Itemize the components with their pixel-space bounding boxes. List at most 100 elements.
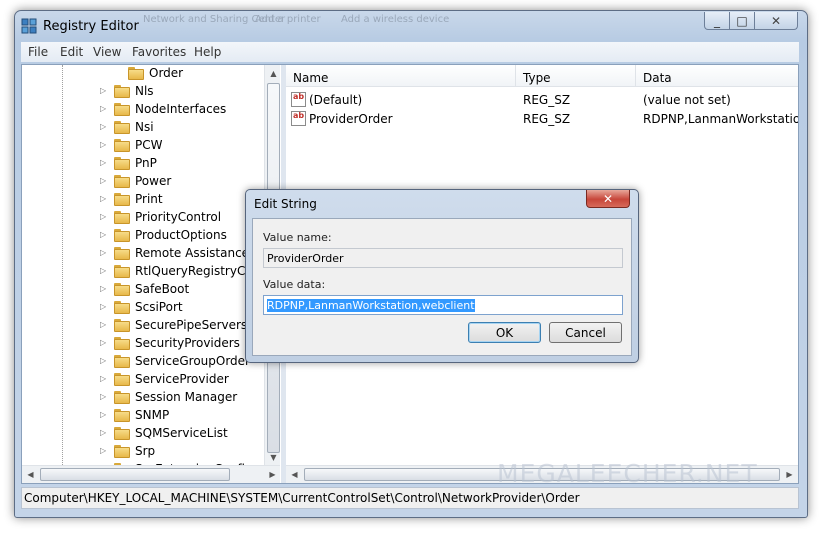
tree-item[interactable]: ▷ SafeBoot: [22, 281, 262, 299]
tree-item-label: Nsi: [135, 120, 154, 134]
tree-item[interactable]: ▷ ServiceGroupOrder: [22, 353, 262, 371]
tree-item-label: SafeBoot: [135, 282, 190, 296]
tree-item-label: Print: [135, 192, 163, 206]
value-name-label: Value name:: [263, 231, 332, 244]
tree-item[interactable]: ▷ Nls: [22, 83, 262, 101]
scroll-left-icon[interactable]: ◀: [22, 466, 39, 482]
expand-arrow-icon[interactable]: ▷: [100, 104, 106, 113]
expand-arrow-icon[interactable]: ▷: [100, 230, 106, 239]
value-type: REG_SZ: [523, 93, 571, 107]
tree-item[interactable]: ▷ SNMP: [22, 407, 262, 425]
expand-arrow-icon[interactable]: ▷: [100, 338, 106, 347]
tree-item[interactable]: ▷ RtlQueryRegistryConfi: [22, 263, 268, 281]
dialog-close-button[interactable]: ✕: [586, 190, 630, 208]
folder-icon: [114, 409, 130, 422]
maximize-icon: □: [736, 13, 748, 28]
folder-icon: [114, 391, 130, 404]
expand-arrow-icon[interactable]: ▷: [100, 248, 106, 257]
folder-icon: [114, 103, 130, 116]
expand-arrow-icon[interactable]: ▷: [100, 374, 106, 383]
expand-arrow-icon[interactable]: ▷: [100, 302, 106, 311]
tree-item[interactable]: ▷ PnP: [22, 155, 262, 173]
value-data-label: Value data:: [263, 278, 326, 291]
scroll-down-icon[interactable]: ▼: [265, 449, 280, 465]
folder-icon: [114, 229, 130, 242]
tree-item[interactable]: ▷ Srp: [22, 443, 262, 461]
tree-item-label: Power: [135, 174, 172, 188]
menu-file[interactable]: File: [28, 45, 48, 59]
expand-arrow-icon[interactable]: ▷: [100, 176, 106, 185]
expand-arrow-icon[interactable]: ▷: [100, 446, 106, 455]
scroll-right-icon[interactable]: ▶: [781, 466, 798, 482]
folder-icon: [114, 319, 130, 332]
expand-arrow-icon[interactable]: ▷: [100, 158, 106, 167]
expand-arrow-icon[interactable]: ▷: [100, 392, 106, 401]
tree-item[interactable]: ▷ Nsi: [22, 119, 262, 137]
folder-icon: [114, 283, 130, 296]
watermark: MEGALEECHER.NET: [497, 459, 758, 488]
tree-item[interactable]: ▷ NodeInterfaces: [22, 101, 262, 119]
tree-item[interactable]: ▷ SQMServiceList: [22, 425, 262, 443]
tree-item[interactable]: ▷ Power: [22, 173, 262, 191]
ok-button[interactable]: OK: [468, 322, 541, 343]
title-bar[interactable]: Registry Editor Network and Sharing Cent…: [15, 11, 807, 41]
close-button[interactable]: ✕: [754, 12, 798, 30]
tree-horizontal-scrollbar[interactable]: ◀ ▶: [22, 465, 280, 483]
menu-edit[interactable]: Edit: [60, 45, 83, 59]
close-icon: ✕: [602, 191, 614, 206]
expand-arrow-icon[interactable]: ▷: [100, 266, 106, 275]
list-item[interactable]: ab ProviderOrder REG_SZ RDPNP,LanmanWork…: [286, 110, 798, 128]
column-type[interactable]: Type: [516, 65, 636, 87]
tree-item[interactable]: ▷ PCW: [22, 137, 262, 155]
menu-favorites[interactable]: Favorites: [132, 45, 186, 59]
menu-help[interactable]: Help: [194, 45, 221, 59]
folder-icon: [114, 337, 130, 350]
scroll-up-icon[interactable]: ▲: [265, 65, 280, 81]
value-name: ProviderOrder: [309, 112, 393, 126]
expand-arrow-icon[interactable]: ▷: [100, 122, 106, 131]
expand-arrow-icon[interactable]: ▷: [100, 410, 106, 419]
value-data: RDPNP,LanmanWorkstation,webclient: [643, 112, 798, 126]
ghost-text: Add a wireless device: [341, 14, 450, 25]
tree-item[interactable]: ▷ ProductOptions: [22, 227, 262, 245]
column-data[interactable]: Data: [636, 65, 798, 87]
scroll-left-icon[interactable]: ◀: [286, 466, 303, 482]
cancel-button[interactable]: Cancel: [549, 322, 622, 343]
tree-item-label: Session Manager: [135, 390, 238, 404]
expand-arrow-icon[interactable]: ▷: [100, 284, 106, 293]
expand-arrow-icon[interactable]: ▷: [100, 320, 106, 329]
folder-icon: [114, 265, 130, 278]
scroll-thumb[interactable]: [40, 468, 230, 481]
key-path: Computer\HKEY_LOCAL_MACHINE\SYSTEM\Curre…: [24, 491, 580, 505]
tree-item-order[interactable]: Order: [22, 65, 262, 83]
tree-item-label: SNMP: [135, 408, 170, 422]
tree-item[interactable]: ▷ SecurityProviders: [22, 335, 262, 353]
tree-item[interactable]: ▷ Session Manager: [22, 389, 262, 407]
column-name[interactable]: Name: [286, 65, 516, 87]
list-item[interactable]: ab (Default) REG_SZ (value not set): [286, 91, 798, 109]
expand-arrow-icon[interactable]: ▷: [100, 194, 106, 203]
expand-arrow-icon[interactable]: ▷: [100, 140, 106, 149]
tree-item[interactable]: ▷ ServiceProvider: [22, 371, 262, 389]
tree-item[interactable]: ▷ Print: [22, 191, 262, 209]
folder-icon: [114, 85, 130, 98]
scroll-right-icon[interactable]: ▶: [264, 466, 280, 482]
expand-arrow-icon[interactable]: ▷: [100, 428, 106, 437]
maximize-button[interactable]: □: [729, 12, 755, 30]
tree-item[interactable]: ▷ PriorityControl: [22, 209, 262, 227]
minimize-button[interactable]: _: [704, 12, 730, 30]
value-data-field[interactable]: RDPNP,LanmanWorkstation,webclient: [263, 295, 623, 315]
folder-icon: [114, 193, 130, 206]
menu-view[interactable]: View: [93, 45, 121, 59]
expand-arrow-icon[interactable]: ▷: [100, 356, 106, 365]
tree-item-label: Nls: [135, 84, 154, 98]
expand-arrow-icon[interactable]: ▷: [100, 212, 106, 221]
tree-item[interactable]: ▷ SecurePipeServers: [22, 317, 262, 335]
key-tree: Order ▷ Nls ▷ NodeInterfaces ▷ Nsi ▷ PCW ▷ PnP ▷ Po…: [22, 65, 280, 483]
tree-item[interactable]: ▷ ScsiPort: [22, 299, 262, 317]
folder-open-icon: [128, 67, 144, 80]
folder-icon: [114, 247, 130, 260]
expand-arrow-icon[interactable]: ▷: [100, 86, 106, 95]
tree-item[interactable]: ▷ Remote Assistance: [22, 245, 262, 263]
folder-icon: [114, 157, 130, 170]
